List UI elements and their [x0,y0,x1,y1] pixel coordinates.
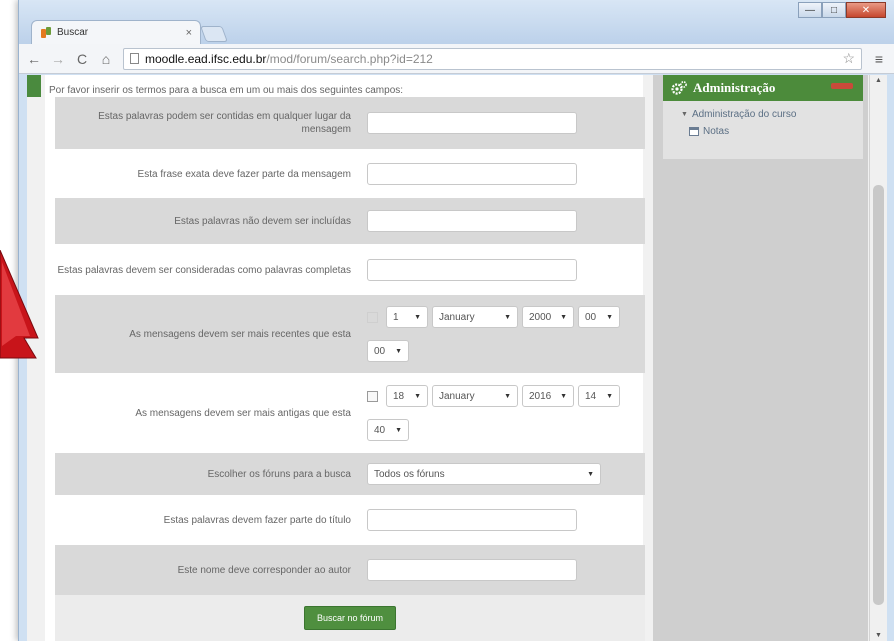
date-to-hour-select[interactable]: 14 ▼ [578,385,620,407]
date-from-month-select[interactable]: January ▼ [432,306,518,328]
forward-arrow-icon[interactable]: → [51,51,65,67]
submit-area: Buscar no fórum [55,595,645,641]
row-label: Estas palavras podem ser contidas em qua… [98,111,351,135]
administration-tree: ▼ Administração do curso Notas [663,101,863,159]
red-pointer-arrow [0,250,39,359]
home-icon[interactable]: ⌂ [99,51,113,67]
gears-icon [671,81,687,95]
exact-phrase-input[interactable] [367,163,577,185]
row-label: As mensagens devem ser mais antigas que … [135,407,351,419]
chevron-down-icon: ▼ [587,470,594,478]
new-tab-button[interactable] [200,26,228,42]
back-arrow-icon[interactable]: ← [27,51,41,67]
date-to-minute-select[interactable]: 40 ▼ [367,419,409,441]
scroll-up-arrow-icon[interactable]: ▲ [875,77,882,84]
full-words-input[interactable] [367,259,577,281]
browser-window: Buscar × — □ ✕ ← → C ⌂ moodle.ead.ifsc.e… [18,0,894,641]
form-row-author: Este nome deve corresponder ao autor [55,545,645,595]
row-label: Estas palavras não devem ser incluídas [174,215,351,227]
page-header-strip [27,75,41,97]
date-to-checkbox[interactable] [367,390,378,402]
scroll-down-arrow-icon[interactable]: ▼ [875,632,882,639]
date-from-checkbox[interactable] [367,311,378,323]
grades-table-icon [689,127,699,136]
chevron-down-icon: ▼ [504,313,511,321]
chevron-down-icon: ▼ [606,313,613,321]
bookmark-star-icon[interactable]: ☆ [842,50,855,67]
administration-block: Administração ▼ Administração do curso N… [663,75,863,159]
subject-words-input[interactable] [367,509,577,531]
administration-title: Administração [693,80,776,95]
date-to-day-select[interactable]: 18 ▼ [386,385,428,407]
form-row-forums: Escolher os fóruns para a busca Todos os… [55,453,645,495]
url-path: /mod/forum/search.php?id=212 [266,51,433,66]
vertical-scrollbar[interactable]: ▲ ▼ [869,75,887,641]
administration-header: Administração [663,75,863,101]
page-viewport: Por favor inserir os termos para a busca… [27,75,887,641]
browser-menu-icon[interactable]: ≡ [872,51,886,67]
browser-toolbar: ← → C ⌂ moodle.ead.ifsc.edu.br/mod/forum… [19,44,894,74]
tree-item-label: Administração do curso [691,109,797,120]
form-row-date-from: As mensagens devem ser mais recentes que… [55,295,645,373]
search-forum-button[interactable]: Buscar no fórum [303,606,397,630]
date-to-year-select[interactable]: 2016 ▼ [522,385,574,407]
minimize-button[interactable]: — [798,2,822,18]
tree-item-grades[interactable]: Notas [681,126,853,137]
forum-select[interactable]: Todos os fóruns ▼ [367,463,601,485]
close-window-button[interactable]: ✕ [846,2,886,18]
row-label: Estas palavras devem ser consideradas co… [57,264,351,276]
form-intro: Por favor inserir os termos para a busca… [49,85,404,96]
chevron-down-icon: ▼ [395,426,402,434]
dock-block-button[interactable] [831,83,853,89]
chevron-down-icon: ▼ [395,347,402,355]
expand-caret-icon: ▼ [681,111,688,118]
row-label: Este nome deve corresponder ao autor [177,564,351,576]
date-from-day-select[interactable]: 1 ▼ [386,306,428,328]
date-from-hour-select[interactable]: 00 ▼ [578,306,620,328]
row-label: Escolher os fóruns para a busca [207,468,351,480]
browser-tab[interactable]: Buscar × [31,20,201,44]
chevron-down-icon: ▼ [504,392,511,400]
form-row-words: Estas palavras podem ser contidas em qua… [55,97,645,149]
form-row-phrase: Esta frase exata deve fazer parte da men… [55,153,645,195]
title-bar: Buscar × — □ ✕ [19,0,894,44]
chevron-down-icon: ▼ [560,313,567,321]
form-row-fullwords: Estas palavras devem ser consideradas co… [55,247,645,293]
tree-item-course-admin[interactable]: ▼ Administração do curso [681,109,853,120]
scrollbar-thumb[interactable] [873,185,884,605]
form-row-subject: Estas palavras devem fazer parte do títu… [55,499,645,541]
exclude-words-input[interactable] [367,210,577,232]
words-anywhere-input[interactable] [367,112,577,134]
chevron-down-icon: ▼ [560,392,567,400]
date-to-month-select[interactable]: January ▼ [432,385,518,407]
chevron-down-icon: ▼ [606,392,613,400]
address-bar[interactable]: moodle.ead.ifsc.edu.br/mod/forum/search.… [123,47,862,70]
right-sidebar: Administração ▼ Administração do curso N… [653,75,868,641]
row-label: Esta frase exata deve fazer parte da men… [137,168,351,180]
reload-icon[interactable]: C [75,51,89,67]
tree-item-label: Notas [703,126,730,137]
close-tab-icon[interactable]: × [186,27,192,39]
form-row-exclude: Estas palavras não devem ser incluídas [55,198,645,244]
date-from-year-select[interactable]: 2000 ▼ [522,306,574,328]
author-name-input[interactable] [367,559,577,581]
moodle-favicon-icon [40,26,52,39]
search-form: Por favor inserir os termos para a busca… [45,75,645,641]
date-from-minute-select[interactable]: 00 ▼ [367,340,409,362]
chevron-down-icon: ▼ [414,392,421,400]
row-label: As mensagens devem ser mais recentes que… [129,328,351,340]
page-icon [130,53,139,64]
tab-title: Buscar [57,27,89,38]
row-label: Estas palavras devem fazer parte do títu… [163,514,351,526]
maximize-button[interactable]: □ [822,2,846,18]
chevron-down-icon: ▼ [414,313,421,321]
url-host: moodle.ead.ifsc.edu.br [145,51,267,66]
form-row-date-to: As mensagens devem ser mais antigas que … [55,375,645,451]
window-controls: — □ ✕ [798,2,886,18]
